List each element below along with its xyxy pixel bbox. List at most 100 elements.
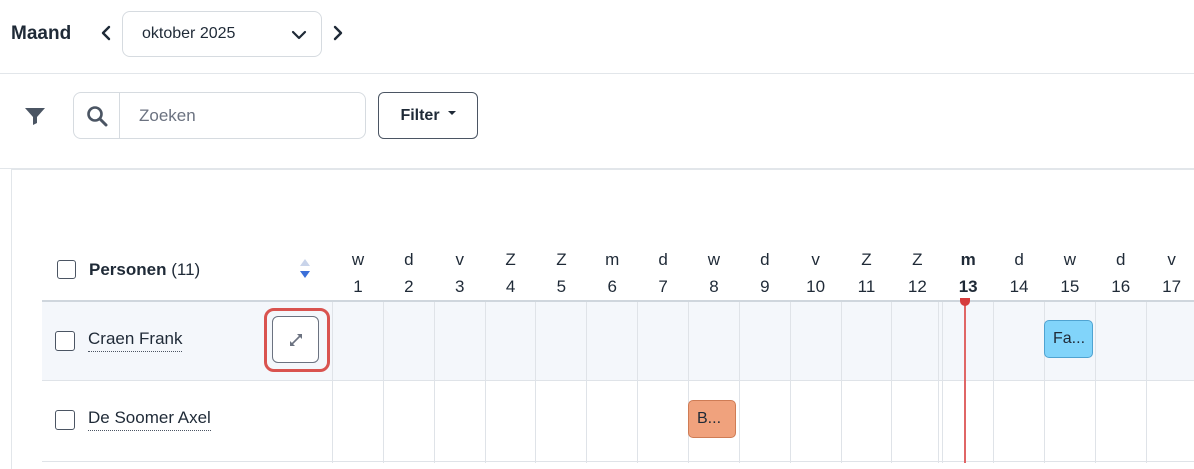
search-input[interactable] <box>121 93 361 138</box>
persons-count: (11) <box>171 260 201 279</box>
day-number: 11 <box>857 277 876 296</box>
day-column-line <box>485 302 486 463</box>
month-select[interactable]: oktober 2025 <box>122 11 322 57</box>
day-number: 14 <box>1009 277 1029 296</box>
day-column-line <box>637 302 638 463</box>
day-number: 2 <box>404 277 414 296</box>
day-header-1: w1 <box>333 246 383 300</box>
weekday-letter: v <box>1167 250 1176 269</box>
filter-button-label: Filter <box>400 106 440 124</box>
day-column-line <box>891 302 892 463</box>
row-divider <box>42 380 1194 381</box>
day-column-line <box>1095 302 1096 463</box>
chevron-right-icon <box>333 25 343 41</box>
weekday-letter: d <box>760 250 770 269</box>
day-header-14: d 14 <box>994 246 1044 300</box>
weekday-letter: Z <box>505 250 516 269</box>
search-box <box>73 92 366 139</box>
day-header-12: Z 12 <box>892 246 942 300</box>
day-number: 10 <box>806 277 826 296</box>
select-all-checkbox[interactable] <box>57 260 76 279</box>
day-column-line <box>1146 302 1147 463</box>
filter-dropdown-button[interactable]: Filter <box>378 92 478 139</box>
day-header-7: d7 <box>638 246 688 300</box>
day-number: 5 <box>556 277 567 296</box>
persons-header: Personen (11) <box>89 260 200 280</box>
row-checkbox[interactable] <box>55 331 75 351</box>
day-number: 6 <box>607 277 617 296</box>
day-header-5: Z5 <box>536 246 586 300</box>
day-header-6: m6 <box>587 246 637 300</box>
header-divider <box>42 300 1194 302</box>
sort-icon[interactable] <box>297 257 313 286</box>
day-number: 17 <box>1162 277 1182 296</box>
filter-toolbar: Filter <box>0 75 1194 169</box>
day-number: 9 <box>760 277 770 296</box>
weekday-letter: w <box>707 250 721 269</box>
funnel-icon[interactable] <box>24 106 46 131</box>
weekday-letter: d <box>1014 250 1024 269</box>
day-column-line <box>383 302 384 463</box>
row-checkbox[interactable] <box>55 410 75 430</box>
day-number: 3 <box>454 277 465 296</box>
day-number: 16 <box>1111 277 1131 296</box>
day-header-2: d2 <box>384 246 434 300</box>
today-line <box>964 302 966 463</box>
day-column-line <box>790 302 791 463</box>
weekday-letter: Z <box>912 250 923 269</box>
view-mode-label: Maand <box>11 23 72 44</box>
weekday-letter: m <box>960 250 976 269</box>
weekday-letter: m <box>605 250 620 269</box>
day-header-4: Z4 <box>486 246 536 300</box>
weekday-letter: Z <box>861 250 872 269</box>
weekday-letter: w <box>351 250 365 269</box>
day-header-3: v3 <box>435 246 485 300</box>
month-select-value: oktober 2025 <box>142 25 236 42</box>
day-header-9: d9 <box>740 246 790 300</box>
weekday-letter: v <box>811 250 820 269</box>
day-header-8: w8 <box>689 246 739 300</box>
caret-down-icon <box>447 111 456 116</box>
day-column-line <box>688 302 689 463</box>
chevron-left-icon <box>101 25 111 41</box>
search-icon-cell[interactable] <box>74 93 120 138</box>
weekday-letter: w <box>1063 250 1077 269</box>
day-header-11: Z 11 <box>842 246 892 300</box>
weekday-letter: v <box>455 250 464 269</box>
day-header-10: v 10 <box>791 246 841 300</box>
day-number: 1 <box>353 277 363 296</box>
weekday-letter: Z <box>556 250 567 269</box>
row-highlight-bg <box>42 302 1194 380</box>
day-header-15: w 15 <box>1045 246 1095 300</box>
search-icon <box>87 106 108 127</box>
row-divider <box>42 461 1194 462</box>
chevron-down-icon <box>291 30 307 40</box>
day-number: 7 <box>658 277 668 296</box>
day-header-17: v 17 <box>1147 246 1194 300</box>
weekday-letter: d <box>1116 250 1126 269</box>
weekday-letter: d <box>404 250 414 269</box>
weekday-letter: d <box>658 250 668 269</box>
day-number: 13 <box>958 277 978 296</box>
day-column-line <box>739 302 740 463</box>
day-column-line <box>993 302 994 463</box>
day-column-line <box>332 302 333 463</box>
day-number: 8 <box>709 277 719 296</box>
day-column-line <box>586 302 587 463</box>
day-header-16: d 16 <box>1096 246 1146 300</box>
top-bar: Maand oktober 2025 <box>0 0 1194 74</box>
absence-event[interactable]: B... <box>688 400 736 438</box>
person-name-link[interactable]: Craen Frank <box>88 329 183 352</box>
day-column-line <box>434 302 435 463</box>
day-number: 4 <box>505 277 516 296</box>
day-column-line <box>535 302 536 463</box>
day-column-line <box>938 302 940 463</box>
day-number: 15 <box>1060 277 1080 296</box>
prev-month-button[interactable] <box>98 22 114 44</box>
highlight-box <box>264 308 330 372</box>
person-name-link[interactable]: De Soomer Axel <box>88 408 211 431</box>
day-header-13: m 13 <box>943 246 993 300</box>
persons-header-label: Personen <box>89 260 167 279</box>
next-month-button[interactable] <box>330 22 346 44</box>
absence-event[interactable]: Fa... <box>1044 320 1093 358</box>
